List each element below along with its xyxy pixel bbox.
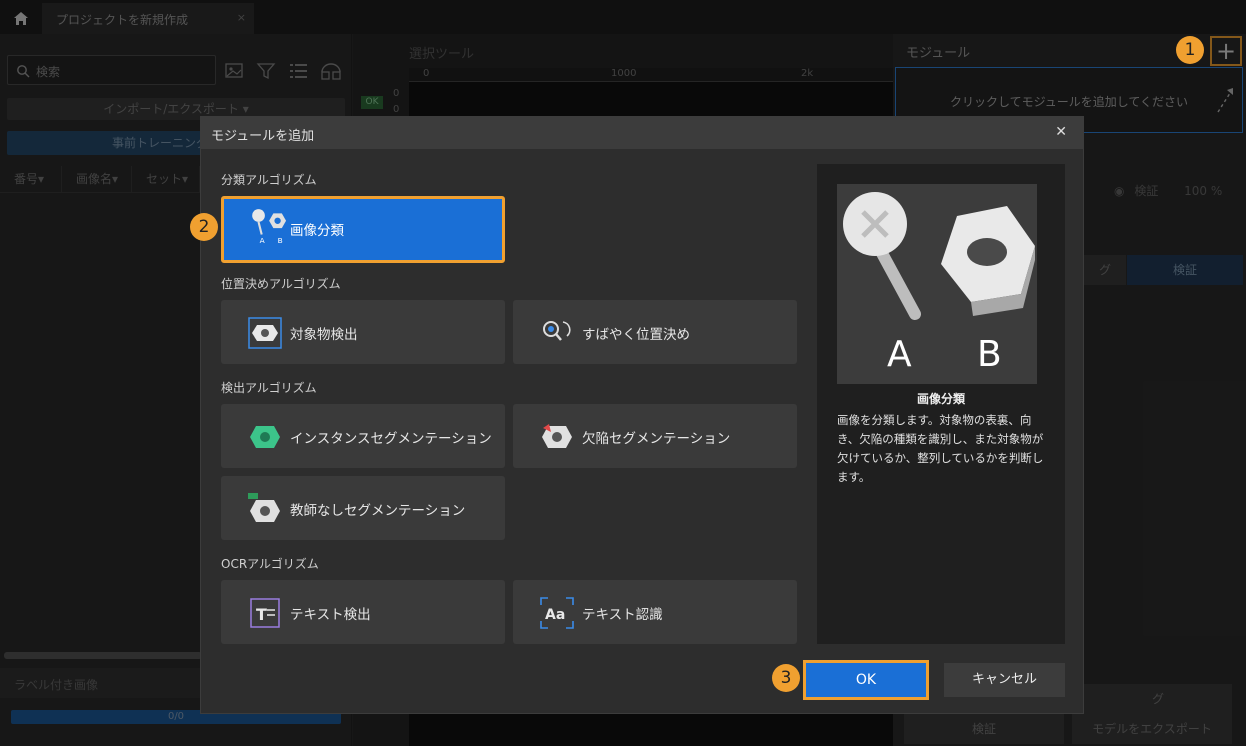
step-marker-2: 2 [190,213,218,241]
card-label: 欠陥セグメンテーション [582,431,731,447]
svg-text:T: T [256,605,267,624]
card-label: 教師なしセグメンテーション [290,503,466,519]
card-label: 対象物検出 [290,327,358,343]
close-icon[interactable]: ✕ [1055,124,1067,140]
preview-image: A B [837,184,1037,384]
defect-segmentation-icon [542,424,572,448]
category-positioning: 位置決めアルゴリズム [221,277,341,291]
instance-segmentation-icon [250,426,280,448]
preview-module-name: 画像分類 [916,392,965,406]
object-detection-icon [248,317,282,349]
module-preview: A B 画像分類 画像を分類します。対象物の表裏、向き、欠陥の種類を識別し、また… [817,164,1065,644]
svg-text:Aa: Aa [545,607,565,623]
card-instance-segmentation[interactable]: インスタンスセグメンテーション [221,404,505,468]
preview-description: 画像を分類します。対象物の表裏、向き、欠陥の種類を識別し、また対象物が欠けている… [837,413,1044,484]
dialog-header: モジュールを追加 ✕ [201,117,1083,149]
text-recognition-icon: Aa [540,597,574,629]
card-label: インスタンスセグメンテーション [290,431,492,447]
card-label: 画像分類 [290,223,344,239]
card-object-detection[interactable]: 対象物検出 [221,300,505,364]
card-defect-segmentation[interactable]: 欠陥セグメンテーション [513,404,797,468]
card-text-recognition[interactable]: Aa テキスト認識 [513,580,797,644]
unsupervised-segmentation-icon [248,493,280,522]
category-ocr: OCRアルゴリズム [221,557,319,571]
card-label: テキスト検出 [290,607,371,623]
card-text-detection[interactable]: T テキスト検出 [221,580,505,644]
svg-text:A: A [260,236,265,243]
card-fast-positioning[interactable]: すばやく位置決め [513,300,797,364]
category-detection: 検出アルゴリズム [221,381,317,395]
category-classification: 分類アルゴリズム [221,173,317,187]
ok-button[interactable]: OK [803,660,929,700]
step-marker-1: 1 [1176,36,1204,64]
step-marker-3: 3 [772,664,800,692]
preview-label-b: B [977,334,1002,375]
add-module-dialog: モジュールを追加 ✕ 分類アルゴリズム AB 画像分類 位置決めアルゴリズム 対… [200,116,1084,714]
fast-positioning-icon [543,321,571,341]
card-label: すばやく位置決め [582,327,690,343]
pin-and-nut-illustration: A B [843,192,1035,375]
card-image-classification[interactable]: AB 画像分類 [221,196,505,263]
app-window: プロジェクトを新規作成 × 検索 インポート/エクスポート ▾ 事前トレーニング… [0,0,1246,746]
text-detection-icon: T [250,598,280,628]
card-label: テキスト認識 [582,607,663,623]
cancel-button[interactable]: キャンセル [944,663,1065,697]
card-unsupervised-segmentation[interactable]: 教師なしセグメンテーション [221,476,505,540]
dialog-title: モジュールを追加 [211,129,315,144]
preview-label-a: A [887,334,912,375]
svg-text:B: B [278,236,283,243]
image-classification-icon: AB [252,209,287,243]
